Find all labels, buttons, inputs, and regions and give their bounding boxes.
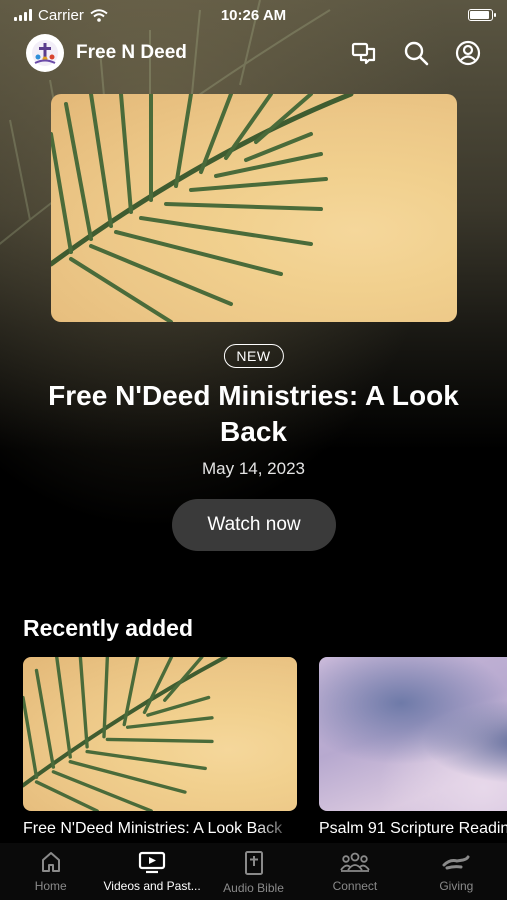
search-icon[interactable] (403, 40, 429, 66)
home-icon (41, 852, 60, 872)
featured-date: May 14, 2023 (201, 459, 305, 478)
bottom-tab-bar: Home Videos and Past... Audio Bible Conn… (0, 843, 507, 900)
card-title[interactable]: Free N'Deed Ministries: A Look Back (23, 820, 297, 838)
status-time: 10:26 AM (220, 6, 287, 24)
app-title: Free N Deed (76, 42, 187, 63)
watch-now-button[interactable]: Watch now (172, 499, 336, 551)
tab-label: Giving (439, 879, 474, 893)
palm-leaf-image (23, 657, 297, 811)
new-badge: NEW (223, 344, 284, 368)
people-icon (340, 852, 370, 872)
status-bar: Carrier 10:26 AM (0, 0, 507, 30)
tab-videos[interactable]: Videos and Past... (101, 843, 202, 900)
tab-label: Audio Bible (223, 881, 284, 895)
tab-giving[interactable]: Giving (406, 843, 507, 900)
wifi-icon (90, 8, 108, 22)
sky-clouds-image (319, 657, 507, 811)
card-thumbnail[interactable] (319, 657, 507, 811)
tv-icon (139, 851, 166, 874)
media-card[interactable]: Psalm 91 Scripture Reading (319, 657, 507, 838)
carrier-label: Carrier (38, 6, 84, 24)
ministry-logo-icon (32, 40, 58, 66)
featured-thumbnail[interactable] (51, 94, 457, 322)
featured-title: Free N'Deed Ministries: A Look Back (48, 380, 459, 447)
app-header: Free N Deed (0, 30, 507, 76)
profile-icon[interactable] (455, 40, 481, 66)
recently-added-heading: Recently added (23, 615, 193, 641)
bible-icon (244, 851, 263, 875)
giving-icon (442, 855, 470, 870)
tab-label: Home (34, 879, 67, 893)
tab-audio-bible[interactable]: Audio Bible (203, 843, 304, 900)
card-thumbnail[interactable] (23, 657, 297, 811)
tab-home[interactable]: Home (0, 843, 101, 900)
tab-label: Connect (332, 879, 378, 893)
tab-connect[interactable]: Connect (304, 843, 405, 900)
card-title[interactable]: Psalm 91 Scripture Reading (319, 820, 507, 838)
app-logo[interactable] (26, 34, 64, 72)
media-card[interactable]: Free N'Deed Ministries: A Look Back (23, 657, 297, 838)
signal-icon (14, 9, 32, 21)
battery-icon (468, 9, 496, 21)
chat-icon[interactable] (351, 41, 377, 65)
palm-leaf-image (51, 94, 457, 322)
recently-added-carousel[interactable]: Free N'Deed Ministries: A Look Back Psal… (23, 657, 507, 847)
tab-label: Videos and Past... (103, 879, 201, 893)
